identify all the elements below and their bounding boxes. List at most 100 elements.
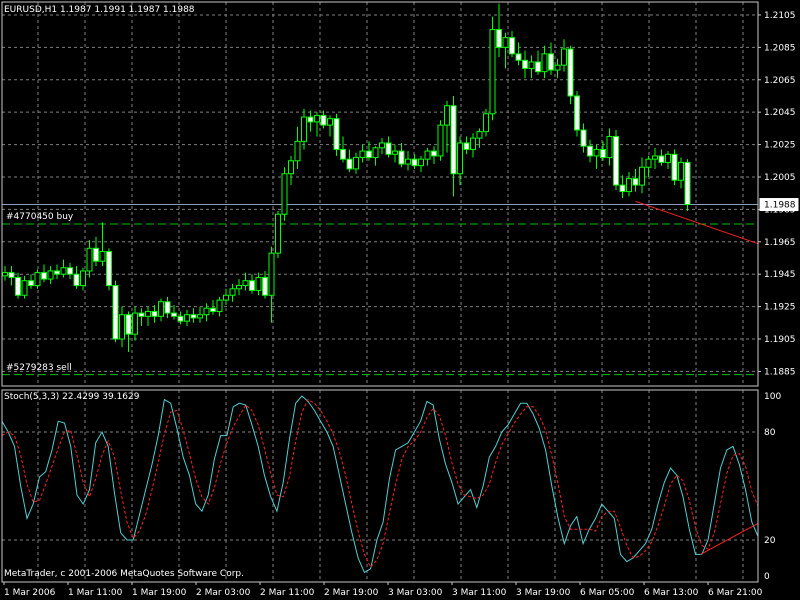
candle-body[interactable] bbox=[379, 142, 385, 149]
candle-body[interactable] bbox=[658, 155, 665, 163]
candle-body[interactable] bbox=[684, 161, 691, 206]
candle-body[interactable] bbox=[86, 247, 93, 272]
candle-body[interactable] bbox=[203, 307, 210, 316]
trendline[interactable] bbox=[635, 200, 759, 245]
candle-body[interactable] bbox=[151, 310, 158, 317]
candle-body[interactable] bbox=[548, 53, 554, 71]
candle-body[interactable] bbox=[561, 48, 567, 66]
candle-body[interactable] bbox=[73, 273, 80, 287]
order-label-buy[interactable]: #4770450 buy bbox=[6, 212, 73, 223]
price-trendline[interactable] bbox=[635, 200, 759, 245]
candle-body[interactable] bbox=[574, 95, 580, 131]
candle-body[interactable] bbox=[132, 312, 138, 335]
candle-body[interactable] bbox=[171, 312, 177, 317]
candle-body[interactable] bbox=[444, 105, 450, 126]
candle-body[interactable] bbox=[587, 145, 593, 157]
candle-body[interactable] bbox=[80, 270, 86, 287]
candle-body[interactable] bbox=[431, 150, 437, 157]
candle-body[interactable] bbox=[8, 272, 15, 278]
candle-body[interactable] bbox=[528, 61, 535, 69]
candle-body[interactable] bbox=[522, 59, 528, 69]
candle-body[interactable] bbox=[119, 314, 125, 340]
candle-body[interactable] bbox=[262, 276, 268, 296]
candle-body[interactable] bbox=[424, 150, 431, 160]
candle-body[interactable] bbox=[405, 158, 411, 165]
candle-body[interactable] bbox=[288, 160, 294, 175]
candle-body[interactable] bbox=[99, 251, 106, 262]
candle-body[interactable] bbox=[112, 285, 119, 340]
candle-body[interactable] bbox=[392, 150, 398, 155]
candle-body[interactable] bbox=[411, 158, 418, 167]
candle-body[interactable] bbox=[600, 148, 606, 159]
candle-body[interactable] bbox=[281, 173, 288, 215]
trendline[interactable] bbox=[700, 522, 759, 555]
candle-body[interactable] bbox=[268, 252, 275, 296]
candle-body[interactable] bbox=[463, 142, 470, 150]
candle-body[interactable] bbox=[236, 285, 242, 290]
candlestick-series[interactable] bbox=[2, 3, 691, 352]
candle-body[interactable] bbox=[333, 118, 340, 150]
candle-body[interactable] bbox=[671, 153, 678, 181]
candle-body[interactable] bbox=[320, 114, 327, 126]
candle-body[interactable] bbox=[15, 276, 21, 296]
candle-body[interactable] bbox=[93, 247, 99, 262]
candle-body[interactable] bbox=[476, 131, 483, 139]
candle-body[interactable] bbox=[255, 276, 262, 291]
candle-body[interactable] bbox=[418, 158, 424, 167]
candle-body[interactable] bbox=[47, 270, 54, 280]
candle-body[interactable] bbox=[307, 116, 314, 123]
candle-body[interactable] bbox=[216, 299, 223, 312]
candle-body[interactable] bbox=[502, 37, 509, 48]
candle-body[interactable] bbox=[554, 64, 561, 71]
stochastic-trendline[interactable] bbox=[700, 522, 759, 555]
candle-body[interactable] bbox=[242, 280, 249, 287]
candle-body[interactable] bbox=[340, 148, 346, 160]
candle-body[interactable] bbox=[177, 315, 184, 322]
candle-body[interactable] bbox=[34, 272, 41, 287]
candle-body[interactable] bbox=[145, 310, 151, 317]
candle-body[interactable] bbox=[567, 48, 574, 97]
candle-body[interactable] bbox=[138, 312, 145, 317]
candle-body[interactable] bbox=[645, 158, 652, 168]
candle-body[interactable] bbox=[359, 150, 366, 159]
candle-body[interactable] bbox=[535, 61, 541, 73]
candle-body[interactable] bbox=[613, 135, 619, 186]
candle-body[interactable] bbox=[28, 280, 34, 287]
candle-body[interactable] bbox=[606, 135, 613, 159]
candle-body[interactable] bbox=[450, 105, 457, 175]
candle-body[interactable] bbox=[223, 294, 229, 301]
candle-body[interactable] bbox=[210, 307, 216, 312]
candle-body[interactable] bbox=[457, 142, 463, 175]
candle-body[interactable] bbox=[184, 314, 190, 322]
candle-body[interactable] bbox=[327, 118, 333, 126]
candle-body[interactable] bbox=[593, 148, 600, 157]
candle-body[interactable] bbox=[229, 288, 236, 296]
candle-body[interactable] bbox=[197, 314, 203, 319]
candle-body[interactable] bbox=[2, 272, 8, 277]
candle-body[interactable] bbox=[541, 53, 548, 73]
candle-body[interactable] bbox=[509, 37, 515, 55]
candle-body[interactable] bbox=[398, 150, 405, 165]
candle-body[interactable] bbox=[54, 270, 60, 275]
candle-body[interactable] bbox=[21, 280, 28, 296]
candle-body[interactable] bbox=[678, 161, 684, 181]
candle-body[interactable] bbox=[626, 178, 632, 193]
candle-body[interactable] bbox=[665, 153, 671, 163]
candle-body[interactable] bbox=[353, 157, 359, 170]
candle-body[interactable] bbox=[372, 147, 379, 159]
candle-body[interactable] bbox=[346, 158, 353, 170]
candle-body[interactable] bbox=[190, 314, 197, 319]
candle-body[interactable] bbox=[632, 178, 639, 186]
candle-body[interactable] bbox=[158, 301, 164, 317]
candle-body[interactable] bbox=[106, 251, 112, 287]
candle-body[interactable] bbox=[470, 137, 476, 150]
candle-body[interactable] bbox=[489, 29, 496, 115]
candle-body[interactable] bbox=[437, 124, 444, 157]
candle-body[interactable] bbox=[60, 267, 67, 275]
candle-body[interactable] bbox=[366, 150, 372, 159]
candle-body[interactable] bbox=[164, 301, 171, 314]
candle-body[interactable] bbox=[301, 116, 307, 142]
candle-body[interactable] bbox=[294, 140, 301, 162]
candle-body[interactable] bbox=[41, 272, 47, 280]
candle-body[interactable] bbox=[619, 184, 626, 193]
